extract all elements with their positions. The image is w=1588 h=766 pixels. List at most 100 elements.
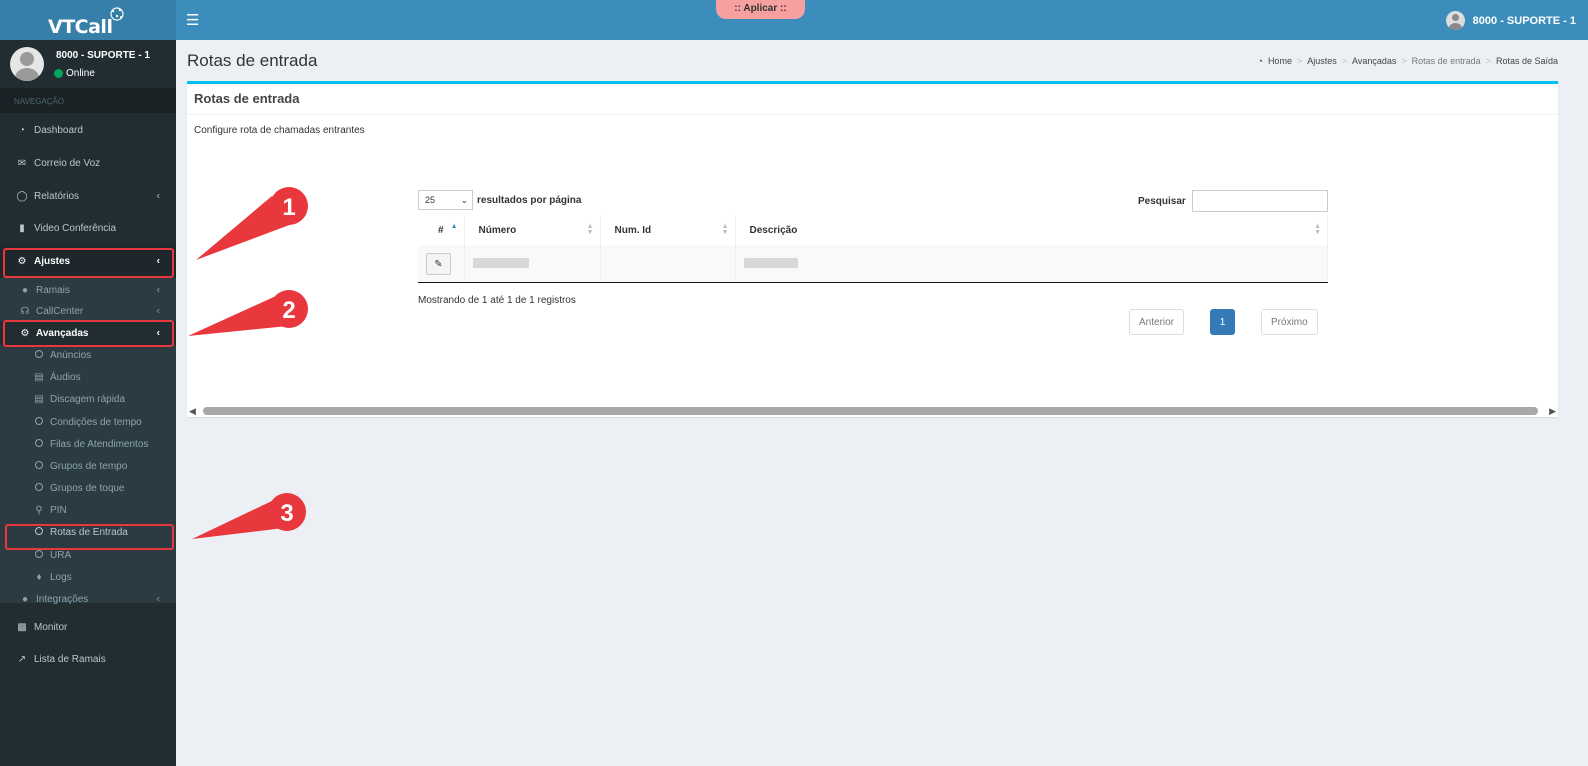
table-cell bbox=[600, 246, 736, 283]
page-button-current[interactable]: 1 bbox=[1210, 309, 1236, 335]
sidebar-item-label: Grupos de toque bbox=[50, 482, 125, 494]
apply-button[interactable]: :: Aplicar :: bbox=[716, 0, 805, 19]
sidebar-item-voicemail[interactable]: ✉ Correio de Voz bbox=[0, 147, 176, 179]
user-status: Online bbox=[54, 68, 95, 79]
sidebar-item-pin[interactable]: ⚲ PIN bbox=[0, 499, 176, 521]
logo-mark-icon bbox=[110, 7, 124, 21]
column-label: Num. Id bbox=[614, 224, 652, 236]
column-header-num-id[interactable]: Num. Id ▲ ▼ bbox=[600, 215, 736, 247]
callout-3: 3 bbox=[192, 493, 306, 539]
sidebar-item-extensions-list[interactable]: ↗ Lista de Ramais bbox=[0, 643, 176, 675]
envelope-icon: ✉ bbox=[17, 157, 27, 169]
pagination: Anterior 1 Próximo bbox=[1129, 309, 1318, 335]
scrollbar-thumb[interactable] bbox=[203, 407, 1538, 415]
redacted-number bbox=[472, 257, 529, 268]
logo-text: VTCall bbox=[48, 16, 113, 38]
file-icon: ▤ bbox=[34, 393, 44, 405]
page-title: Rotas de entrada bbox=[187, 51, 318, 70]
sidebar-item-time-conditions[interactable]: Condições de tempo bbox=[0, 411, 176, 433]
scroll-left-icon[interactable]: ◀ bbox=[189, 406, 196, 417]
column-label: # bbox=[437, 224, 444, 236]
user-panel: 8000 - SUPORTE - 1 Online bbox=[0, 40, 176, 88]
circle-icon bbox=[33, 349, 45, 361]
search-input[interactable] bbox=[1191, 190, 1328, 212]
sidebar-item-extensions[interactable]: ● Ramais ‹ bbox=[0, 279, 176, 301]
column-label: Descrição bbox=[749, 224, 798, 236]
nav-header: NAVEGAÇÃO bbox=[0, 88, 176, 113]
sidebar-item-monitor[interactable]: ▩ Monitor bbox=[0, 611, 176, 643]
breadcrumb-home[interactable]: Home bbox=[1268, 56, 1292, 66]
sidebar-item-label: Logs bbox=[50, 571, 72, 583]
column-header-index[interactable]: # ▲ bbox=[418, 215, 465, 247]
sidebar-item-speed-dial[interactable]: ▤ Discagem rápida bbox=[0, 388, 176, 410]
circle-icon bbox=[33, 416, 45, 428]
highlight-inbound-routes bbox=[5, 524, 174, 550]
redacted-description bbox=[743, 257, 798, 268]
sort-icon: ▲ ▼ bbox=[721, 223, 729, 236]
breadcrumb-advanced[interactable]: Avançadas bbox=[1352, 56, 1396, 66]
sidebar-item-label: Dashboard bbox=[34, 124, 83, 136]
sort-icon: ▲ ▼ bbox=[586, 223, 594, 236]
next-page-button[interactable]: Próximo bbox=[1261, 309, 1318, 335]
table-cell bbox=[464, 246, 601, 283]
sidebar-item-label: Monitor bbox=[34, 621, 68, 633]
table-cell: ✎ bbox=[418, 246, 465, 283]
sidebar-item-label: URA bbox=[50, 549, 72, 561]
box-title: Rotas de entrada bbox=[194, 91, 300, 106]
content-box: Rotas de entrada Configure rota de chama… bbox=[187, 81, 1558, 417]
sidebar-item-time-groups[interactable]: Grupos de tempo bbox=[0, 455, 176, 477]
highlight-advanced bbox=[3, 320, 174, 347]
breadcrumb-outbound-routes[interactable]: Rotas de Saída bbox=[1496, 56, 1558, 66]
user-status-label: Online bbox=[66, 68, 95, 79]
scroll-right-icon[interactable]: ▶ bbox=[1549, 406, 1556, 417]
routes-table: # ▲ Número ▲▼ Num. Id ▲▼ Descrição ▲▼ bbox=[418, 215, 1328, 283]
sidebar-item-label: Grupos de tempo bbox=[50, 460, 128, 472]
edit-button[interactable]: ✎ bbox=[426, 253, 451, 275]
sidebar-item-logs[interactable]: ♦ Logs bbox=[0, 566, 176, 588]
circle-icon bbox=[33, 438, 45, 450]
sidebar-item-label: Discagem rápida bbox=[50, 393, 126, 405]
page-length-label: resultados por página bbox=[477, 194, 582, 206]
sidebar-item-integrations[interactable]: ● Integrações ‹ bbox=[0, 588, 176, 610]
breadcrumb-separator: > bbox=[1341, 56, 1347, 66]
sidebar-item-audios[interactable]: ▤ Áudios bbox=[0, 366, 176, 388]
video-icon: ▮ bbox=[19, 222, 25, 234]
sidebar-item-video[interactable]: ▮ Video Conferência bbox=[0, 212, 176, 244]
user-name: 8000 - SUPORTE - 1 bbox=[56, 50, 150, 61]
breadcrumb-separator: > bbox=[1296, 56, 1303, 66]
sidebar-item-reports[interactable]: ◯ Relatórios ‹ bbox=[0, 180, 176, 212]
sidebar-item-callcenter[interactable]: ☊ CallCenter ‹ bbox=[0, 300, 176, 322]
tags-icon: ♦ bbox=[36, 571, 42, 583]
search-control: Pesquisar bbox=[1138, 190, 1328, 212]
sidebar-item-label: Lista de Ramais bbox=[34, 653, 106, 665]
avatar bbox=[1445, 11, 1465, 30]
breadcrumb-settings[interactable]: Ajustes bbox=[1307, 56, 1337, 66]
sidebar-item-ring-groups[interactable]: Grupos de toque bbox=[0, 477, 176, 499]
users-icon: ● bbox=[21, 593, 29, 605]
horizontal-scrollbar[interactable]: ◀ ▶ bbox=[189, 406, 1556, 416]
chevron-down-icon: ⌄ bbox=[460, 195, 468, 205]
logo[interactable]: VTCall bbox=[0, 0, 176, 40]
breadcrumb: ◔ Home > Ajustes > Avançadas > Rotas de … bbox=[1258, 56, 1559, 66]
column-header-number[interactable]: Número ▲ ▼ bbox=[464, 215, 601, 247]
sidebar-item-label: Condições de tempo bbox=[50, 416, 142, 428]
breadcrumb-inbound-routes[interactable]: Rotas de entrada bbox=[1412, 56, 1481, 66]
prev-page-button[interactable]: Anterior bbox=[1129, 309, 1185, 335]
circle-icon: ◯ bbox=[16, 190, 28, 202]
column-header-description[interactable]: Descrição ▲ ▼ bbox=[735, 215, 1328, 247]
chevron-left-icon: ‹ bbox=[156, 284, 160, 296]
breadcrumb-separator: > bbox=[1485, 56, 1491, 66]
sidebar-item-dashboard[interactable]: ◔ Dashboard bbox=[0, 114, 176, 146]
sidebar-item-queues[interactable]: Filas de Atendimentos bbox=[0, 433, 176, 455]
table-row: ✎ bbox=[418, 246, 1328, 283]
table-info: Mostrando de 1 até 1 de 1 registros bbox=[418, 295, 576, 306]
user-menu-label: 8000 - SUPORTE - 1 bbox=[1472, 14, 1576, 27]
callout-number: 3 bbox=[280, 500, 293, 527]
sidebar-toggle-icon[interactable]: ☰ bbox=[186, 11, 199, 29]
search-label: Pesquisar bbox=[1138, 195, 1186, 207]
page-length-select[interactable]: 25 ⌄ bbox=[418, 190, 473, 210]
sidebar-item-announcements[interactable]: Anúncios bbox=[0, 344, 176, 366]
sidebar-item-label: Áudios bbox=[50, 371, 81, 383]
sidebar-item-label: Correio de Voz bbox=[34, 157, 101, 169]
user-menu[interactable]: 8000 - SUPORTE - 1 bbox=[1445, 11, 1576, 30]
